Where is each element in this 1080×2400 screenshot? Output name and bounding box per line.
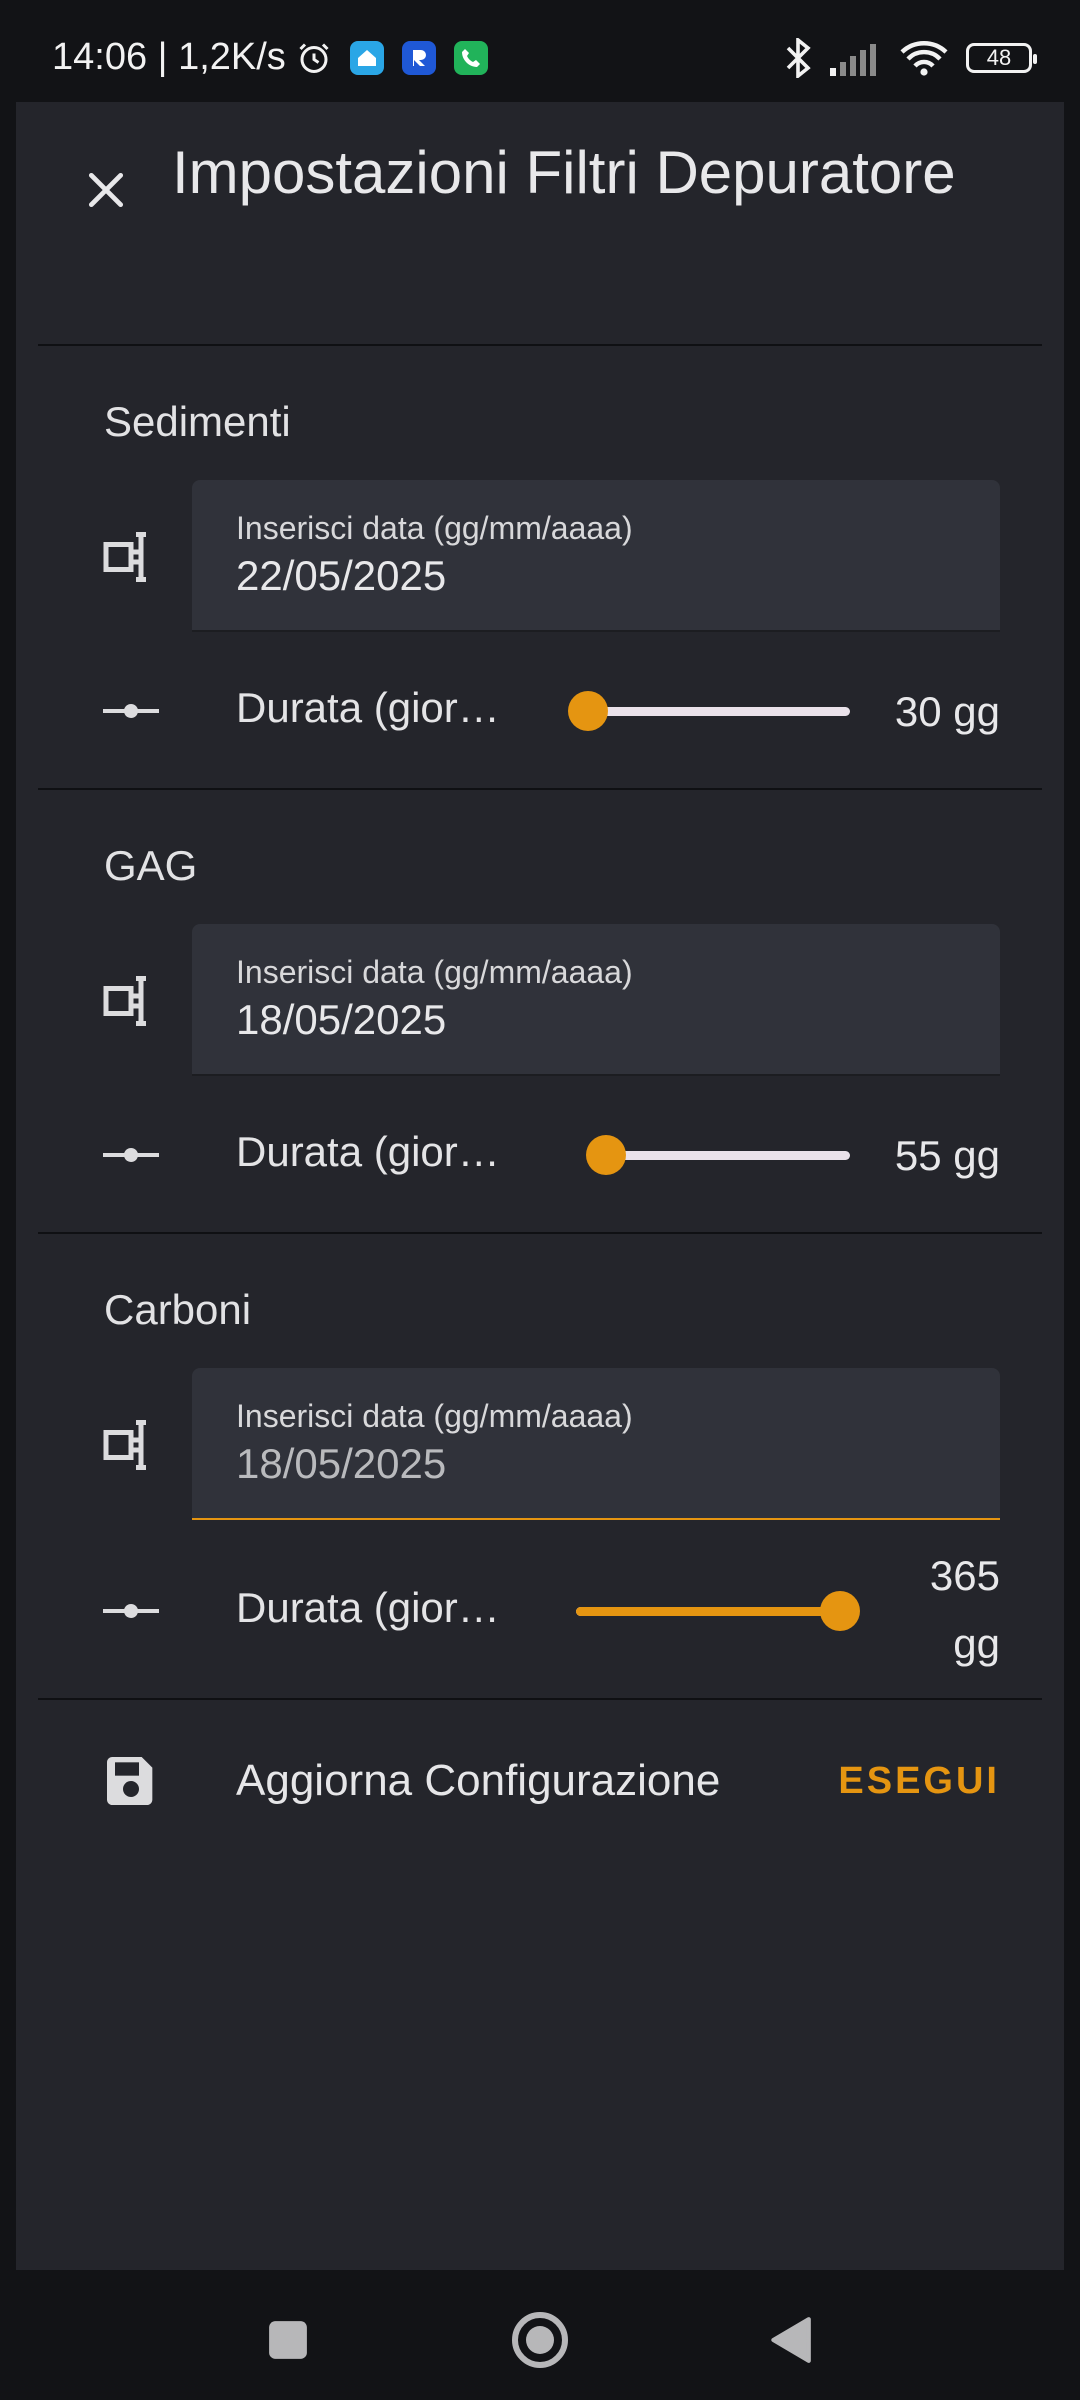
recents-button[interactable] <box>248 2300 328 2380</box>
slider-icon <box>98 678 164 744</box>
battery-icon: 48 <box>966 43 1037 73</box>
duration-value: 30 gg <box>894 688 1000 735</box>
slider-thumb[interactable] <box>820 1591 860 1631</box>
date-field-label: Inserisci data (gg/mm/aaaa) <box>236 954 633 990</box>
r-app-icon <box>401 40 436 75</box>
close-button[interactable] <box>66 150 146 230</box>
slider-thumb[interactable] <box>568 691 608 731</box>
update-config-label: Aggiorna Configurazione <box>236 1756 721 1805</box>
date-field-value: 18/05/2025 <box>236 996 447 1043</box>
duration-slider-gag[interactable] <box>586 1130 850 1180</box>
phone-app-icon <box>453 40 488 75</box>
date-range-icon <box>98 968 164 1034</box>
duration-slider-carboni[interactable] <box>576 1586 860 1636</box>
slider-thumb[interactable] <box>586 1135 627 1175</box>
filter-settings-dialog: Impostazioni Filtri Depuratore Sedimenti… <box>16 102 1064 2270</box>
status-bar: 14:06 | 1,2K/s 48 <box>0 0 1080 102</box>
wifi-icon <box>900 41 948 76</box>
section-title-carboni: Carboni <box>104 1286 252 1333</box>
date-field-sedimenti[interactable]: Inserisci data (gg/mm/aaaa) 22/05/2025 <box>192 480 1000 632</box>
dialog-header: Impostazioni Filtri Depuratore <box>16 102 1064 342</box>
date-field-carboni[interactable]: Inserisci data (gg/mm/aaaa) 18/05/2025 <box>192 1368 1000 1520</box>
signal-icon <box>830 44 876 76</box>
duration-value: 365 gg <box>930 1542 1000 1678</box>
bluetooth-icon <box>786 38 811 78</box>
alarm-icon <box>299 42 329 73</box>
divider <box>38 344 1042 346</box>
duration-value: 55 gg <box>894 1132 1000 1179</box>
slider-icon <box>98 1578 164 1644</box>
slider-icon <box>98 1122 164 1188</box>
date-field-label: Inserisci data (gg/mm/aaaa) <box>236 510 633 546</box>
duration-slider-sedimenti[interactable] <box>568 686 850 736</box>
execute-button[interactable]: ESEGUI <box>838 1760 1000 1803</box>
battery-level: 48 <box>986 45 1012 70</box>
status-time: 14:06 | 1,2K/s <box>52 36 286 78</box>
save-icon <box>98 1748 164 1814</box>
date-field-gag[interactable]: Inserisci data (gg/mm/aaaa) 18/05/2025 <box>192 924 1000 1076</box>
date-range-icon <box>98 524 164 590</box>
slider-track <box>588 707 850 716</box>
back-button[interactable] <box>750 2300 830 2380</box>
close-icon <box>88 172 124 208</box>
home-circle-icon <box>512 2312 568 2368</box>
navigation-bar <box>0 2270 1080 2400</box>
section-title-gag: GAG <box>104 842 198 889</box>
divider <box>38 1232 1042 1234</box>
section-title-sedimenti: Sedimenti <box>104 398 291 445</box>
duration-label: Durata (gior… <box>236 1584 500 1631</box>
slider-fill <box>576 1607 840 1616</box>
recents-square-icon <box>269 2321 307 2359</box>
date-field-value: 22/05/2025 <box>236 552 447 599</box>
home-button[interactable] <box>500 2300 580 2380</box>
duration-value-unit: gg <box>953 1620 1000 1667</box>
dialog-title: Impostazioni Filtri Depuratore <box>172 139 956 206</box>
date-field-value: 18/05/2025 <box>236 1440 447 1487</box>
date-field-label: Inserisci data (gg/mm/aaaa) <box>236 1398 633 1434</box>
back-triangle-icon <box>771 2317 811 2363</box>
slider-track <box>588 1151 850 1160</box>
duration-value-number: 365 <box>929 1552 1000 1599</box>
date-range-icon <box>98 1412 164 1478</box>
home-app-icon <box>349 40 384 75</box>
duration-label: Durata (gior… <box>236 1128 500 1175</box>
divider <box>38 788 1042 790</box>
divider <box>38 1698 1042 1700</box>
duration-label: Durata (gior… <box>236 684 500 731</box>
